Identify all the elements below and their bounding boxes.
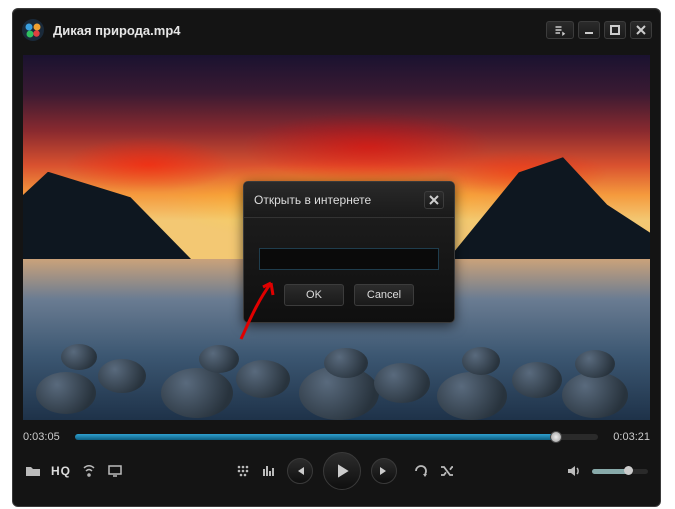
previous-button[interactable] — [287, 458, 313, 484]
display-button[interactable] — [107, 463, 123, 479]
cancel-button[interactable]: Cancel — [354, 284, 414, 306]
seek-row: 0:03:05 0:03:21 — [23, 426, 650, 448]
dialog-close-button[interactable] — [424, 191, 444, 209]
maximize-button[interactable] — [604, 21, 626, 39]
url-input[interactable] — [259, 248, 439, 270]
close-button[interactable] — [630, 21, 652, 39]
dialog-body: OK Cancel — [244, 218, 454, 322]
total-time-label: 0:03:21 — [606, 431, 650, 443]
current-time-label: 0:03:05 — [23, 431, 67, 443]
titlebar: Дикая природа.mp4 — [13, 9, 660, 51]
playlist-toggle-button[interactable] — [546, 21, 574, 39]
window-controls — [546, 21, 652, 39]
window-title: Дикая природа.mp4 — [53, 23, 546, 38]
shuffle-button[interactable] — [439, 463, 455, 479]
ok-button[interactable]: OK — [284, 284, 344, 306]
button-row: HQ — [23, 448, 650, 494]
minimize-button[interactable] — [578, 21, 600, 39]
controls-bar: 0:03:05 0:03:21 HQ — [23, 426, 650, 496]
seek-bar[interactable] — [75, 434, 598, 440]
play-button[interactable] — [323, 452, 361, 490]
volume-button[interactable] — [566, 463, 582, 479]
open-url-dialog: Открыть в интернете OK Cancel — [243, 181, 455, 323]
next-button[interactable] — [371, 458, 397, 484]
dialog-header[interactable]: Открыть в интернете — [244, 182, 454, 218]
wireless-icon[interactable] — [81, 463, 97, 479]
volume-slider[interactable] — [592, 469, 648, 474]
dialog-title: Открыть в интернете — [254, 193, 424, 207]
settings-dots-button[interactable] — [235, 463, 251, 479]
app-logo-icon — [21, 18, 45, 42]
hq-toggle-button[interactable]: HQ — [51, 464, 71, 478]
open-file-button[interactable] — [25, 463, 41, 479]
repeat-button[interactable] — [413, 463, 429, 479]
player-window: Дикая природа.mp4 — [12, 8, 661, 507]
equalizer-button[interactable] — [261, 463, 277, 479]
